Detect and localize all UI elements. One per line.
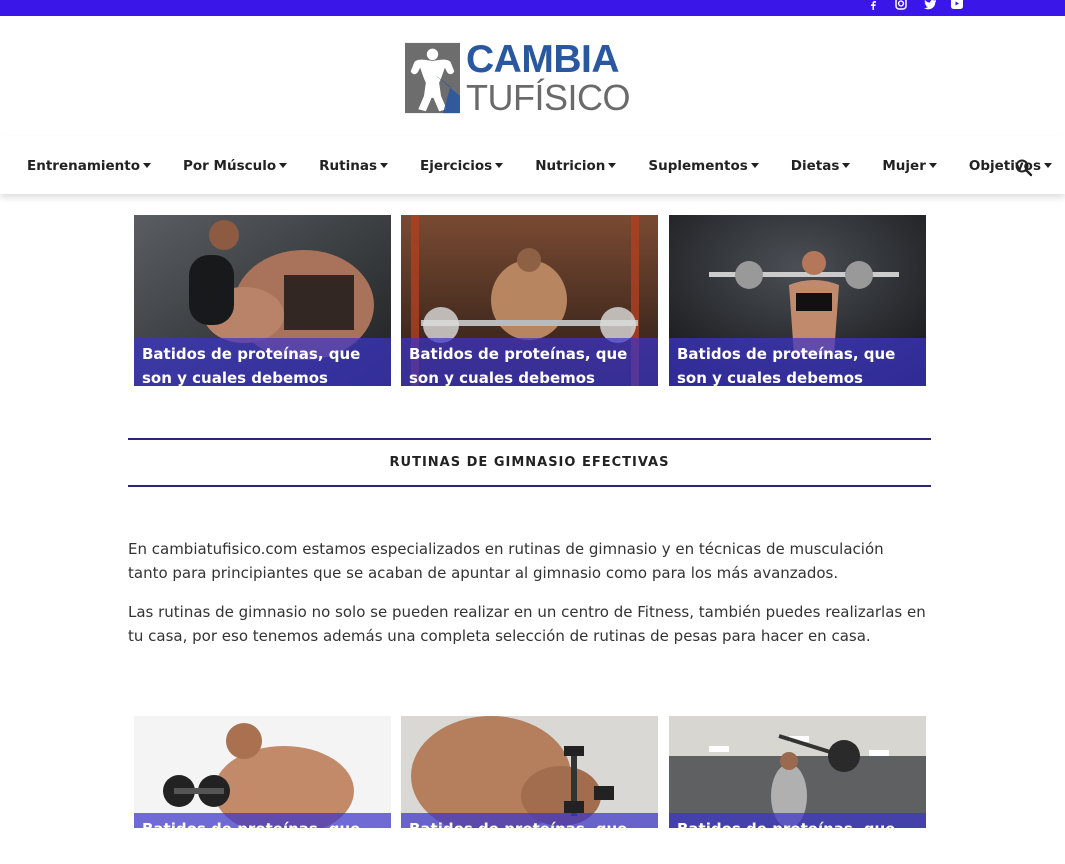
nav-label: Suplementos: [648, 158, 748, 174]
card-image: [134, 716, 391, 828]
youtube-icon[interactable]: [949, 0, 965, 10]
top-bar: [0, 0, 1065, 16]
home-routines-paragraph: Las rutinas de gimnasio no solo se puede…: [128, 603, 926, 645]
caret-down-icon: [1044, 162, 1052, 168]
nav-item-entrenamiento[interactable]: Entrenamiento: [27, 158, 152, 174]
card-image: [669, 716, 926, 828]
bodybuilder-logo-icon: [405, 42, 460, 114]
nav-label: Mujer: [882, 158, 926, 174]
card-title[interactable]: Batidos de proteínas, que son y: [409, 817, 650, 828]
card-caption: Batidos de proteínas, que son y: [401, 813, 658, 828]
caret-down-icon: [608, 162, 617, 168]
nav-label: Por Músculo: [183, 158, 277, 174]
card-title[interactable]: Batidos de proteínas, que son y cuales d…: [409, 342, 650, 386]
caret-down-icon: [842, 162, 851, 168]
main-navigation: Entrenamiento Por Músculo Rutinas Ejerci…: [0, 136, 1065, 194]
article-card[interactable]: Batidos de proteínas, que son y: [401, 716, 658, 828]
viewport-bottom: [0, 828, 1065, 864]
card-caption: Batidos de proteínas, que son y: [134, 813, 391, 828]
nav-item-nutricion[interactable]: Nutricion: [535, 158, 617, 174]
nav-label: Ejercicios: [419, 158, 493, 174]
article-card[interactable]: Batidos de proteínas, que son y cuales d…: [134, 215, 391, 386]
caret-down-icon: [928, 162, 937, 168]
section-divider-top: [128, 438, 931, 440]
caret-down-icon: [750, 162, 759, 168]
article-card[interactable]: Batidos de proteínas, que son y: [669, 716, 926, 828]
search-icon[interactable]: [1014, 158, 1034, 178]
card-title[interactable]: Batidos de proteínas, que son y cuales d…: [677, 342, 918, 386]
article-card[interactable]: Batidos de proteínas, que son y cuales d…: [669, 215, 926, 386]
nav-label: Dietas: [790, 158, 840, 174]
facebook-icon[interactable]: [865, 0, 881, 10]
nav-item-mujer[interactable]: Mujer: [882, 158, 937, 174]
article-card[interactable]: Batidos de proteínas, que son y cuales d…: [401, 215, 658, 386]
card-title[interactable]: Batidos de proteínas, que son y: [677, 817, 918, 828]
caret-down-icon: [143, 162, 152, 168]
section-divider-bottom: [128, 485, 931, 487]
intro-paragraph: En cambiatufisico.com estamos especializ…: [128, 540, 884, 582]
nav-label: Entrenamiento: [27, 158, 141, 174]
nav-item-objetivos[interactable]: Objetivos: [969, 158, 1052, 174]
card-title[interactable]: Batidos de proteínas, que son y: [142, 817, 383, 828]
card-image: [401, 716, 658, 828]
logo-subtitle: TUFÍSICO: [466, 77, 631, 118]
caret-down-icon: [279, 162, 288, 168]
nav-item-ejercicios[interactable]: Ejercicios: [419, 158, 504, 174]
section-title: RUTINAS DE GIMNASIO EFECTIVAS: [389, 455, 670, 470]
card-title[interactable]: Batidos de proteínas, que son y cuales d…: [142, 342, 383, 386]
card-caption: Batidos de proteínas, que son y cuales d…: [669, 338, 926, 386]
nav-item-por-musculo[interactable]: Por Músculo: [183, 158, 288, 174]
card-caption: Batidos de proteínas, que son y: [669, 813, 926, 828]
twitter-icon[interactable]: [921, 0, 937, 10]
social-links: [865, 0, 965, 10]
nav-item-dietas[interactable]: Dietas: [791, 158, 851, 174]
site-logo[interactable]: CAMBIA TUFÍSICO: [405, 38, 631, 118]
logo-title: CAMBIA: [466, 38, 619, 81]
card-caption: Batidos de proteínas, que son y cuales d…: [401, 338, 658, 386]
nav-label: Nutricion: [535, 158, 606, 174]
caret-down-icon: [495, 162, 504, 168]
instagram-icon[interactable]: [893, 0, 909, 10]
nav-item-rutinas[interactable]: Rutinas: [319, 158, 388, 174]
nav-label: Rutinas: [319, 158, 377, 174]
nav-item-suplementos[interactable]: Suplementos: [648, 158, 759, 174]
caret-down-icon: [379, 162, 388, 168]
article-card[interactable]: Batidos de proteínas, que son y: [134, 716, 391, 828]
card-caption: Batidos de proteínas, que son y cuales d…: [134, 338, 391, 386]
